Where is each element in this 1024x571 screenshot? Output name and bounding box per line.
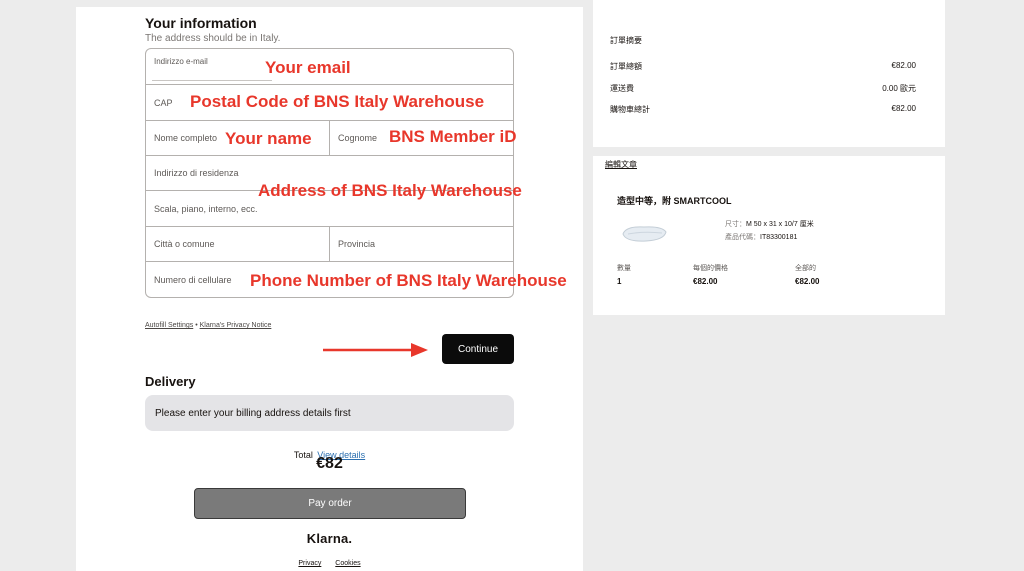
autofill-settings-link[interactable]: Autofill Settings bbox=[145, 322, 193, 329]
delivery-title: Delivery bbox=[145, 374, 196, 389]
surname-label: Cognome bbox=[338, 133, 378, 143]
autofill-links: Autofill Settings • Klarna's Privacy Not… bbox=[145, 322, 271, 329]
code-label: 產品代碼： bbox=[725, 234, 760, 241]
summary-row-value: €82.00 bbox=[891, 104, 916, 113]
total-value: €82.00 bbox=[795, 277, 820, 286]
city-field[interactable]: Città o comune bbox=[146, 227, 329, 261]
edit-article-link[interactable]: 編輯文章 bbox=[605, 159, 637, 170]
summary-row-label: 運送費 bbox=[610, 84, 634, 93]
cookies-link[interactable]: Cookies bbox=[335, 560, 360, 567]
continue-button[interactable]: Continue bbox=[442, 334, 514, 364]
your-information-title: Your information bbox=[145, 15, 257, 31]
arrow-right-icon bbox=[323, 343, 428, 357]
footer-links: Privacy Cookies bbox=[145, 560, 514, 567]
summary-row-value: €82.00 bbox=[891, 61, 916, 70]
province-label: Provincia bbox=[338, 239, 376, 249]
cap-label: CAP bbox=[154, 98, 173, 108]
email-label: Indirizzo e-mail bbox=[154, 57, 208, 66]
summary-row: 運送費 0.00 歐元 bbox=[610, 83, 916, 94]
size-label: 尺寸： bbox=[725, 221, 746, 228]
annotation-address: Address of BNS Italy Warehouse bbox=[258, 181, 522, 200]
annotation-cap: Postal Code of BNS Italy Warehouse bbox=[190, 92, 485, 111]
unit-price-header: 每個的價格 bbox=[693, 265, 728, 272]
klarna-logo: Klarna. bbox=[306, 531, 353, 546]
scala-label: Scala, piano, interno, ecc. bbox=[154, 204, 258, 214]
order-summary-card: 訂單摘要 訂單總額 €82.00 運送費 0.00 歐元 購物車總計 €82.0… bbox=[593, 0, 945, 147]
unit-price-value: €82.00 bbox=[693, 277, 718, 286]
phone-label: Numero di cellulare bbox=[154, 275, 232, 285]
total-amount: €82 bbox=[316, 455, 343, 472]
link-separator: • bbox=[195, 322, 198, 329]
pillow-image bbox=[622, 226, 667, 242]
product-name: 造型中等，附 SMARTCOOL bbox=[617, 196, 732, 206]
summary-row: 訂單總額 €82.00 bbox=[610, 61, 916, 72]
delivery-notice: Please enter your billing address detail… bbox=[145, 395, 514, 431]
qty-header: 數量 bbox=[617, 265, 631, 272]
pay-order-button[interactable]: Pay order bbox=[194, 488, 466, 519]
product-size: 尺寸：M 50 x 31 x 10/7 厘米 bbox=[725, 219, 814, 229]
qty-value: 1 bbox=[617, 277, 622, 286]
privacy-notice-link[interactable]: Klarna's Privacy Notice bbox=[200, 322, 272, 329]
email-underline bbox=[152, 80, 272, 81]
annotation-email: Your email bbox=[265, 58, 351, 77]
address-form: Indirizzo e-mail CAP Nome completo Cogno… bbox=[145, 48, 514, 298]
product-card: 編輯文章 造型中等，附 SMARTCOOL 尺寸：M 50 x 31 x 10/… bbox=[593, 156, 945, 315]
summary-row: 購物車總計 €82.00 bbox=[610, 104, 916, 115]
summary-row-label: 購物車總計 bbox=[610, 105, 650, 114]
product-code: 產品代碼：IT83300181 bbox=[725, 232, 797, 242]
code-value: IT83300181 bbox=[760, 234, 798, 241]
city-row: Città o comune Provincia bbox=[146, 227, 513, 262]
full-name-label: Nome completo bbox=[154, 133, 218, 143]
total-header: 全部的 bbox=[795, 265, 816, 272]
summary-title: 訂單摘要 bbox=[610, 36, 642, 45]
residence-label: Indirizzo di residenza bbox=[154, 168, 239, 178]
annotation-phone: Phone Number of BNS Italy Warehouse bbox=[250, 271, 567, 290]
privacy-link[interactable]: Privacy bbox=[298, 560, 321, 567]
city-label: Città o comune bbox=[154, 239, 215, 249]
summary-row-label: 訂單總額 bbox=[610, 62, 642, 71]
annotation-name: Your name bbox=[225, 129, 312, 148]
annotation-member: BNS Member iD bbox=[389, 127, 517, 146]
your-information-subtitle: The address should be in Italy. bbox=[145, 33, 281, 44]
summary-row-value: 0.00 歐元 bbox=[882, 84, 916, 93]
province-field[interactable]: Provincia bbox=[329, 227, 513, 261]
size-value: M 50 x 31 x 10/7 厘米 bbox=[746, 221, 814, 228]
